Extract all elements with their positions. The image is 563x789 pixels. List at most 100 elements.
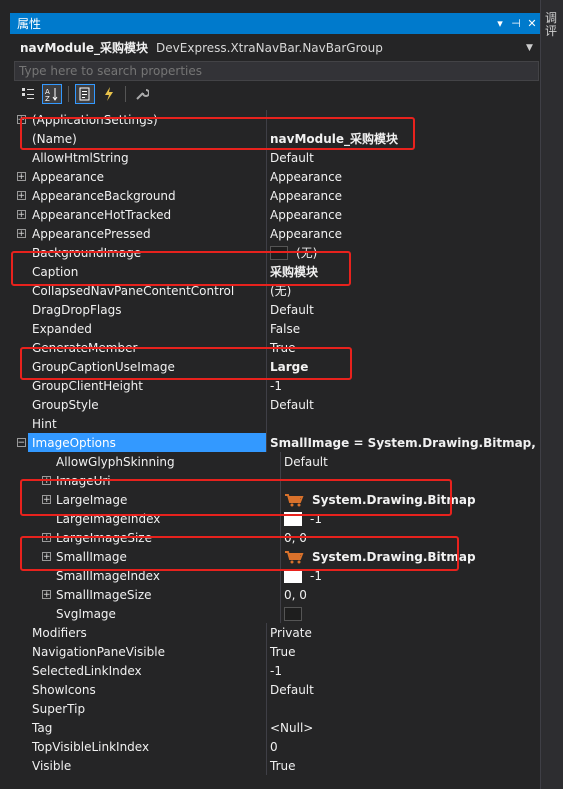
property-value-cell[interactable]: Appearance <box>267 205 540 224</box>
property-value: 0, 0 <box>284 587 307 602</box>
property-name: AllowHtmlString <box>32 150 129 165</box>
property-value-cell[interactable]: SmallImage = System.Drawing.Bitmap, Larg <box>267 433 540 452</box>
property-row[interactable]: ShowIcons Default <box>14 680 540 699</box>
property-name-cell[interactable]: SvgImage <box>28 604 280 623</box>
property-row[interactable]: Tag <Null> <box>14 718 540 737</box>
search-box[interactable] <box>14 61 539 81</box>
property-value-cell[interactable]: Default <box>267 680 540 699</box>
property-row[interactable]: NavigationPaneVisible True <box>14 642 540 661</box>
property-value-cell[interactable]: 0 <box>267 737 540 756</box>
property-row[interactable]: SelectedLinkIndex -1 <box>14 661 540 680</box>
property-name-cell[interactable]: ImageOptions <box>28 433 266 452</box>
property-value-cell[interactable]: 0, 0 <box>281 585 540 604</box>
property-row[interactable]: + Appearance Appearance <box>14 167 540 186</box>
side-tab-label[interactable]: 调 评 <box>545 12 559 38</box>
property-row[interactable]: − ImageOptions SmallImage = System.Drawing… <box>14 433 540 452</box>
property-row[interactable]: SuperTip <box>14 699 540 718</box>
property-value: Default <box>270 150 314 165</box>
property-value-cell[interactable]: True <box>267 756 540 775</box>
window-title: 属性 <box>17 17 42 31</box>
property-row[interactable]: Visible True <box>14 756 540 775</box>
property-name: ShowIcons <box>32 682 96 697</box>
row-gutter: + <box>14 224 28 243</box>
property-value-cell[interactable] <box>281 604 540 623</box>
row-gutter: − <box>14 433 28 452</box>
row-gutter <box>14 680 28 699</box>
property-value-cell[interactable]: Appearance <box>267 224 540 243</box>
property-value-cell[interactable]: Default <box>281 452 540 471</box>
property-name-cell[interactable]: AppearanceBackground <box>28 186 266 205</box>
dropdown-icon[interactable]: ▾ <box>492 17 508 30</box>
highlight-caption <box>11 251 351 286</box>
property-row[interactable]: AllowHtmlString Default <box>14 148 540 167</box>
property-row[interactable]: + AppearanceBackground Appearance <box>14 186 540 205</box>
property-name-cell[interactable]: AppearancePressed <box>28 224 266 243</box>
property-name-cell[interactable]: AllowGlyphSkinning <box>28 452 280 471</box>
categorized-icon[interactable] <box>18 84 38 104</box>
expand-icon[interactable]: + <box>16 172 26 182</box>
row-gutter <box>14 585 28 604</box>
property-value-cell[interactable]: False <box>267 319 540 338</box>
property-value-cell[interactable] <box>267 699 540 718</box>
property-row[interactable]: AllowGlyphSkinning Default <box>14 452 540 471</box>
property-row[interactable]: Modifiers Private <box>14 623 540 642</box>
property-value-cell[interactable]: <Null> <box>267 718 540 737</box>
property-name-cell[interactable]: Expanded <box>28 319 266 338</box>
property-name: DragDropFlags <box>32 302 122 317</box>
property-name-cell[interactable]: SuperTip <box>28 699 266 718</box>
expand-icon[interactable]: + <box>16 191 26 201</box>
property-name-cell[interactable]: Appearance <box>28 167 266 186</box>
property-value-cell[interactable]: -1 <box>267 661 540 680</box>
property-row[interactable]: + AppearancePressed Appearance <box>14 224 540 243</box>
pin-icon[interactable]: ⊣ <box>508 17 524 30</box>
property-row[interactable]: GroupStyle Default <box>14 395 540 414</box>
property-value: -1 <box>270 663 282 678</box>
property-row[interactable]: SvgImage <box>14 604 540 623</box>
property-name-cell[interactable]: Modifiers <box>28 623 266 642</box>
property-name-cell[interactable]: TopVisibleLinkIndex <box>28 737 266 756</box>
property-row[interactable]: + SmallImageSize 0, 0 <box>14 585 540 604</box>
alphabetical-icon[interactable]: AZ <box>42 84 62 104</box>
property-row[interactable]: Expanded False <box>14 319 540 338</box>
property-name-cell[interactable]: Visible <box>28 756 266 775</box>
row-gutter <box>14 661 28 680</box>
object-type: DevExpress.XtraNavBar.NavBarGroup <box>156 40 383 55</box>
property-name-cell[interactable]: ShowIcons <box>28 680 266 699</box>
collapse-icon[interactable]: − <box>16 438 26 448</box>
property-name-cell[interactable]: NavigationPaneVisible <box>28 642 266 661</box>
property-name-cell[interactable]: Tag <box>28 718 266 737</box>
property-name: Tag <box>32 720 53 735</box>
property-value-cell[interactable] <box>267 414 540 433</box>
expand-icon[interactable]: + <box>42 590 51 600</box>
property-name-cell[interactable]: + SmallImageSize <box>28 585 280 604</box>
property-name-cell[interactable]: Hint <box>28 414 266 433</box>
properties-icon[interactable] <box>75 84 95 104</box>
title-bar[interactable]: 属性 ▾ ⊣ ✕ <box>10 13 540 34</box>
property-value-cell[interactable]: Appearance <box>267 186 540 205</box>
property-row[interactable]: DragDropFlags Default <box>14 300 540 319</box>
expand-icon[interactable]: + <box>16 229 26 239</box>
property-value-cell[interactable]: Private <box>267 623 540 642</box>
property-name-cell[interactable]: AppearanceHotTracked <box>28 205 266 224</box>
property-value-cell[interactable]: Default <box>267 300 540 319</box>
expand-icon[interactable]: + <box>16 210 26 220</box>
property-value-cell[interactable]: Default <box>267 148 540 167</box>
close-icon[interactable]: ✕ <box>524 17 540 30</box>
property-row[interactable]: TopVisibleLinkIndex 0 <box>14 737 540 756</box>
property-name: GroupStyle <box>32 397 99 412</box>
property-row[interactable]: Hint <box>14 414 540 433</box>
property-name-cell[interactable]: AllowHtmlString <box>28 148 266 167</box>
toolbar-separator <box>68 86 69 102</box>
property-name-cell[interactable]: DragDropFlags <box>28 300 266 319</box>
property-value-cell[interactable]: Appearance <box>267 167 540 186</box>
property-value-cell[interactable]: True <box>267 642 540 661</box>
property-pages-icon[interactable] <box>132 84 152 104</box>
events-icon[interactable] <box>99 84 119 104</box>
property-row[interactable]: + AppearanceHotTracked Appearance <box>14 205 540 224</box>
chevron-down-icon[interactable]: ▼ <box>526 43 540 53</box>
property-name-cell[interactable]: SelectedLinkIndex <box>28 661 266 680</box>
property-value-cell[interactable]: Default <box>267 395 540 414</box>
property-name-cell[interactable]: GroupStyle <box>28 395 266 414</box>
search-input[interactable] <box>15 63 538 79</box>
object-selector[interactable]: navModule_采购模块 DevExpress.XtraNavBar.Nav… <box>14 37 540 58</box>
